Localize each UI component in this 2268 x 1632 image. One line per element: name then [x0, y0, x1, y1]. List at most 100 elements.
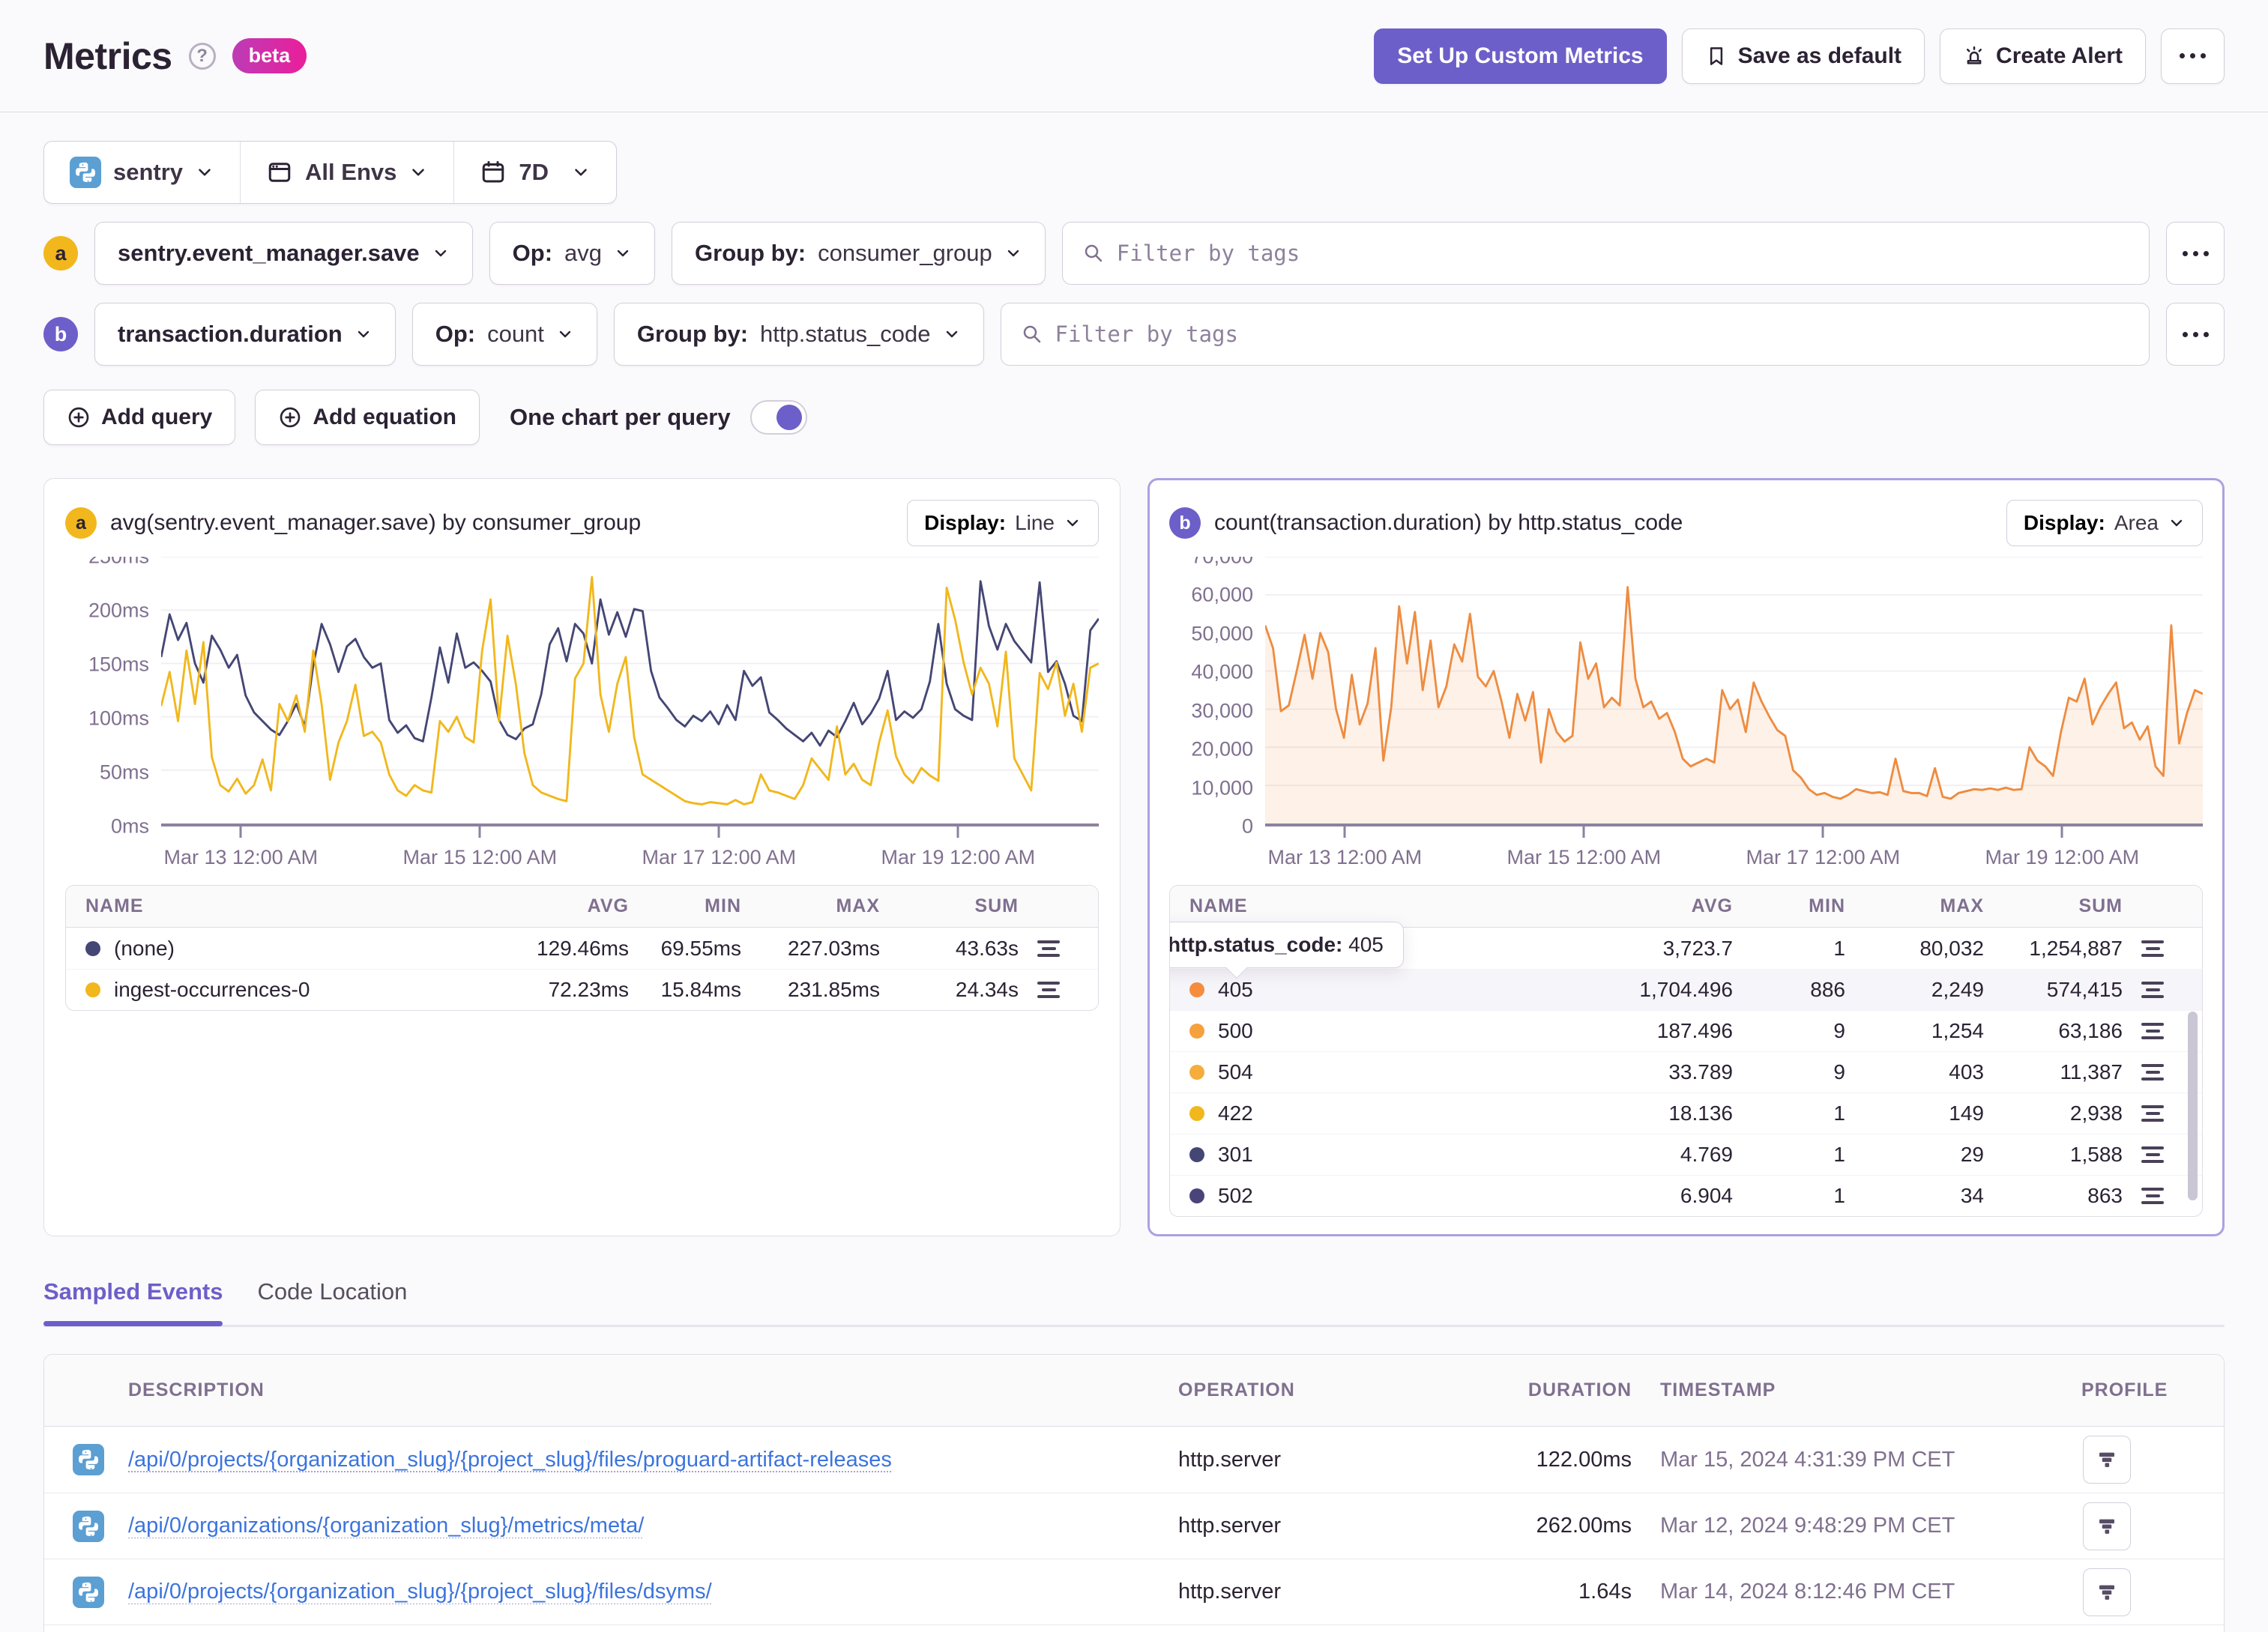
cell-sum: 1,254,887: [2029, 936, 2123, 960]
summary-row[interactable]: 500 187.496 9 1,254 63,186: [1170, 1010, 2202, 1051]
save-as-default-label: Save as default: [1737, 43, 1902, 68]
chart-panel-b[interactable]: b count(transaction.duration) by http.st…: [1147, 478, 2225, 1236]
cell-min: 1: [1833, 1101, 1845, 1125]
summary-row[interactable]: 301 4.769 1 29 1,588: [1170, 1134, 2202, 1175]
summary-row[interactable]: ingest-occurrences-0 72.23ms 15.84ms 231.85…: [66, 969, 1098, 1010]
create-alert-button[interactable]: Create Alert: [1940, 28, 2146, 84]
x-axis-tick: Mar 19 12:00 AM: [881, 846, 1036, 868]
panel-title-b: count(transaction.duration) by http.stat…: [1214, 510, 1683, 535]
groupby-value-a: consumer_group: [818, 240, 992, 266]
op-selector-b[interactable]: Op: count: [411, 303, 597, 366]
query-actions-row: Add query Add equation One chart per que…: [43, 390, 2225, 445]
series-color-dot: [1189, 1106, 1204, 1121]
row-breakdown-icon[interactable]: [2123, 1060, 2183, 1085]
event-description-link[interactable]: /api/0/projects/{organization_slug}/{pro…: [128, 1448, 1178, 1472]
cell-avg: 3,723.7: [1662, 936, 1733, 960]
cell-max: 2,249: [1931, 978, 1984, 1001]
tab-track: [43, 1325, 2225, 1327]
x-axis-tick-mark: [1821, 826, 1824, 838]
row-breakdown-icon[interactable]: [2123, 1101, 2183, 1126]
cell-max: 29: [1960, 1143, 1984, 1166]
save-as-default-button[interactable]: Save as default: [1681, 28, 1925, 84]
panel-badge-a: a: [65, 507, 97, 539]
add-query-button[interactable]: Add query: [43, 390, 236, 445]
page-filter-bar: sentry All Envs 7D: [43, 141, 618, 204]
event-row: /api/0/projects/{organization_slug}/{pro…: [44, 1559, 2224, 1625]
summary-row[interactable]: 502 6.904 1 34 863: [1170, 1175, 2202, 1216]
summary-row[interactable]: 422 18.136 1 149 2,938: [1170, 1092, 2202, 1134]
event-description-link[interactable]: /api/0/organizations/{organization_slug}…: [128, 1514, 1178, 1538]
x-axis-tick-mark: [717, 826, 720, 838]
x-axis-tick: Mar 17 12:00 AM: [642, 846, 797, 868]
setup-custom-metrics-button[interactable]: Set Up Custom Metrics: [1374, 28, 1667, 84]
summary-row[interactable]: 504 33.789 9 403 11,387: [1170, 1051, 2202, 1092]
python-platform-icon: [73, 1444, 104, 1475]
chevron-down-icon: [412, 169, 425, 176]
metric-selector-a[interactable]: sentry.event_manager.save: [94, 222, 473, 285]
cell-sum: 11,387: [2060, 1060, 2123, 1084]
cell-min: 9: [1833, 1019, 1845, 1042]
tag-filter-input-a[interactable]: [1116, 241, 2129, 266]
query-row-a: a sentry.event_manager.save Op: avg Grou…: [43, 222, 2225, 285]
help-icon[interactable]: ?: [188, 42, 216, 70]
y-axis-tick: 0ms: [110, 815, 149, 838]
chart-panel-a[interactable]: a avg(sentry.event_manager.save) by cons…: [43, 478, 1121, 1236]
page-title: Metrics: [43, 34, 172, 77]
row-breakdown-icon[interactable]: [1019, 936, 1079, 961]
query-more-button-a[interactable]: [2166, 222, 2225, 285]
row-breakdown-icon[interactable]: [2123, 977, 2183, 1003]
series-name: (none): [114, 936, 175, 960]
query-badge-a: a: [43, 236, 78, 271]
summary-row[interactable]: 405 1,704.496 886 2,249 574,415: [1170, 969, 2202, 1010]
one-chart-per-query-label: One chart per query: [510, 404, 731, 430]
metric-name-b: transaction.duration: [118, 321, 343, 347]
chevron-down-icon: [1067, 519, 1079, 527]
header-more-button[interactable]: [2161, 28, 2225, 84]
x-axis-tick-mark: [1343, 826, 1346, 838]
chevron-down-icon: [199, 169, 211, 176]
event-description-link[interactable]: /api/0/projects/{organization_slug}/{pro…: [128, 1580, 1178, 1604]
display-selector-b[interactable]: Display: Area: [2006, 500, 2203, 546]
project-selector[interactable]: sentry: [44, 142, 240, 203]
summary-row[interactable]: (none) 129.46ms 69.55ms 227.03ms 43.63s: [66, 928, 1098, 969]
line-chart-a[interactable]: 250ms 200ms 150ms 100ms 50ms 0ms Mar 13 12:00…: [65, 557, 1099, 871]
event-operation: http.server: [1178, 1580, 1281, 1604]
profile-button[interactable]: [2083, 1502, 2131, 1550]
row-breakdown-icon[interactable]: [2123, 936, 2183, 961]
tab-sampled-events[interactable]: Sampled Events: [43, 1278, 223, 1326]
query-more-button-b[interactable]: [2166, 303, 2225, 366]
cell-sum: 43.63s: [955, 936, 1019, 960]
cell-min: 1: [1833, 1184, 1845, 1207]
row-breakdown-icon[interactable]: [2123, 1018, 2183, 1044]
tag-filter-input-b[interactable]: [1055, 321, 2129, 347]
tab-code-location[interactable]: Code Location: [257, 1278, 407, 1325]
date-range-selector[interactable]: 7D: [453, 142, 616, 203]
cell-sum: 24.34s: [955, 978, 1019, 1001]
summary-table-header: NAME AVG MIN MAX SUM: [66, 886, 1098, 928]
python-platform-icon: [73, 1510, 104, 1542]
ellipsis-icon: [2180, 53, 2206, 58]
environment-selector[interactable]: All Envs: [240, 142, 453, 203]
add-equation-button[interactable]: Add equation: [255, 390, 480, 445]
groupby-selector-b[interactable]: Group by: http.status_code: [613, 303, 984, 366]
row-breakdown-icon[interactable]: [2123, 1183, 2183, 1209]
y-axis-tick: 50ms: [99, 761, 149, 784]
series-color-dot: [1189, 982, 1204, 997]
profile-button[interactable]: [2083, 1568, 2131, 1616]
op-selector-a[interactable]: Op: avg: [489, 222, 656, 285]
profile-button[interactable]: [2083, 1436, 2131, 1484]
ellipsis-icon: [2182, 331, 2209, 337]
row-breakdown-icon[interactable]: [1019, 977, 1079, 1003]
row-breakdown-icon[interactable]: [2123, 1142, 2183, 1167]
events-table-header: DESCRIPTION OPERATION DURATION TIMESTAMP…: [44, 1355, 2224, 1427]
one-chart-per-query-toggle[interactable]: [750, 400, 807, 435]
groupby-selector-a[interactable]: Group by: consumer_group: [672, 222, 1046, 285]
table-scrollbar[interactable]: [2188, 1012, 2198, 1200]
bookmark-icon: [1710, 46, 1722, 65]
metric-selector-b[interactable]: transaction.duration: [94, 303, 396, 366]
display-selector-a[interactable]: Display: Line: [907, 500, 1099, 546]
cell-min: 1: [1833, 936, 1845, 960]
date-range-selector-label: 7D: [519, 159, 549, 185]
area-chart-b[interactable]: 70,000 60,000 50,000 40,000 30,000 20,000 10,0…: [1169, 557, 2203, 871]
cell-max: 231.85ms: [788, 978, 880, 1001]
